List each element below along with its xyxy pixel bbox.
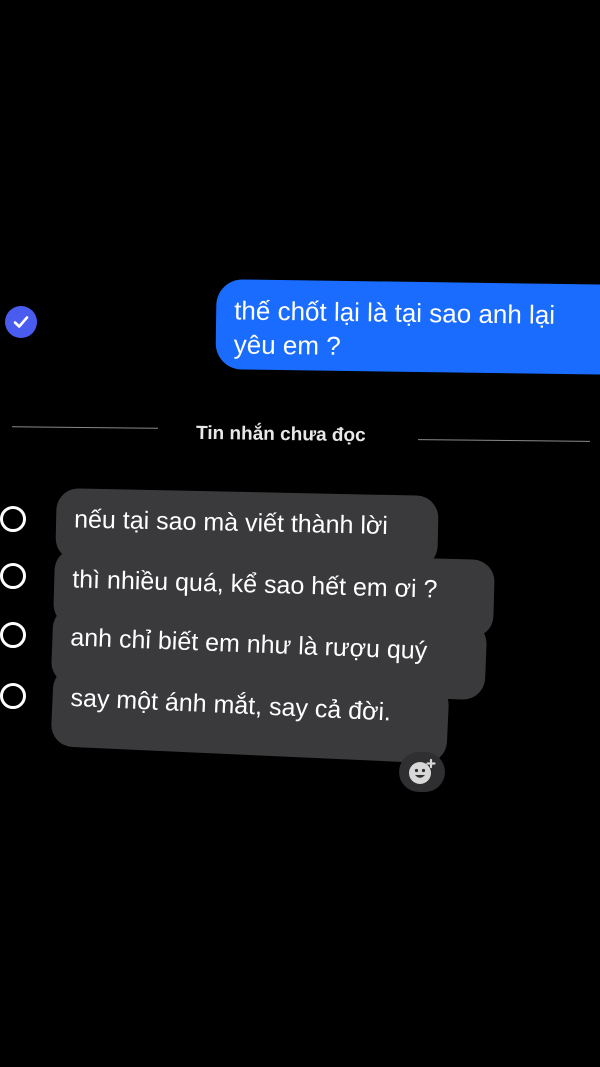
sent-status-check-icon [5, 306, 37, 338]
received-message-text-2: thì nhiều quá, kể sao hết em ơi ? [71, 565, 438, 604]
unread-divider-label: Tin nhắn chưa đọc [195, 422, 366, 447]
select-message-radio-1[interactable] [0, 506, 26, 532]
received-message-text-1: nếu tại sao mà viết thành lời [73, 505, 389, 540]
add-reaction-button[interactable] [399, 752, 445, 792]
received-message-bubble-4[interactable]: say một ánh mắt, say cả đời. [50, 666, 450, 764]
select-message-radio-3[interactable] [0, 622, 26, 648]
select-message-radio-2[interactable] [0, 563, 26, 589]
unread-divider-right-line [417, 439, 591, 442]
add-reaction-icon [409, 758, 436, 784]
check-icon [13, 316, 29, 328]
sent-message-line-2: yêu em ? [233, 329, 341, 361]
sent-message-bubble[interactable]: thế chốt lại là tại sao anh lại yêu em ? [215, 279, 600, 375]
received-message-text-4: say một ánh mắt, say cả đời. [69, 683, 392, 727]
select-message-radio-4[interactable] [0, 683, 26, 709]
unread-divider-left-line [11, 426, 159, 429]
received-message-text-3: anh chỉ biết em như là rượu quý [69, 623, 428, 666]
sent-message-line-1: thế chốt lại là tại sao anh lại [234, 295, 556, 330]
